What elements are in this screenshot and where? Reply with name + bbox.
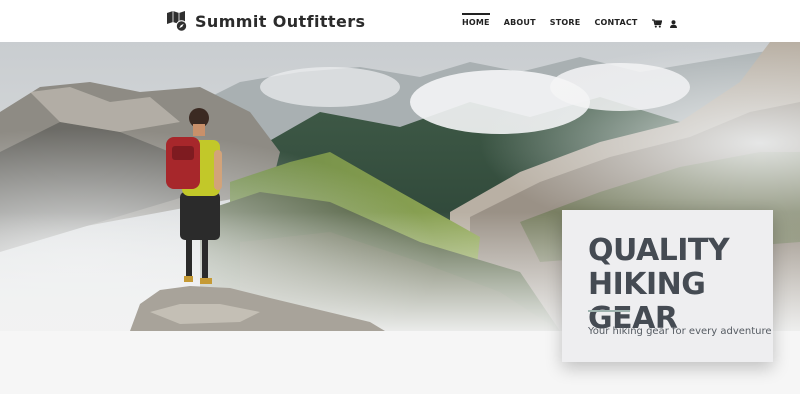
nav-contact-link[interactable]: CONTACT — [594, 18, 637, 27]
accent-divider — [588, 310, 630, 312]
shopping-cart-icon[interactable] — [651, 13, 662, 32]
folded-map-compass-icon — [167, 11, 188, 32]
site-header: Summit Outfitters HOME ABOUT STORE CONTA… — [0, 0, 800, 42]
hero-card: QUALITY HIKING GEAR Your hiking gear for… — [562, 210, 773, 362]
logo[interactable]: Summit Outfitters — [166, 9, 365, 33]
hero-title: QUALITY HIKING GEAR — [588, 234, 768, 336]
user-icon[interactable] — [669, 13, 677, 32]
brand-name[interactable]: Summit Outfitters — [195, 12, 365, 31]
main-nav: HOME ABOUT STORE CONTACT — [462, 12, 685, 32]
nav-about-link[interactable]: ABOUT — [504, 18, 536, 27]
nav-home-link[interactable]: HOME — [462, 12, 490, 27]
nav-store-link[interactable]: STORE — [550, 18, 581, 27]
hero-subtitle: Your hiking gear for every adventure — [588, 326, 772, 337]
hero-title-line-1: QUALITY — [588, 233, 730, 268]
